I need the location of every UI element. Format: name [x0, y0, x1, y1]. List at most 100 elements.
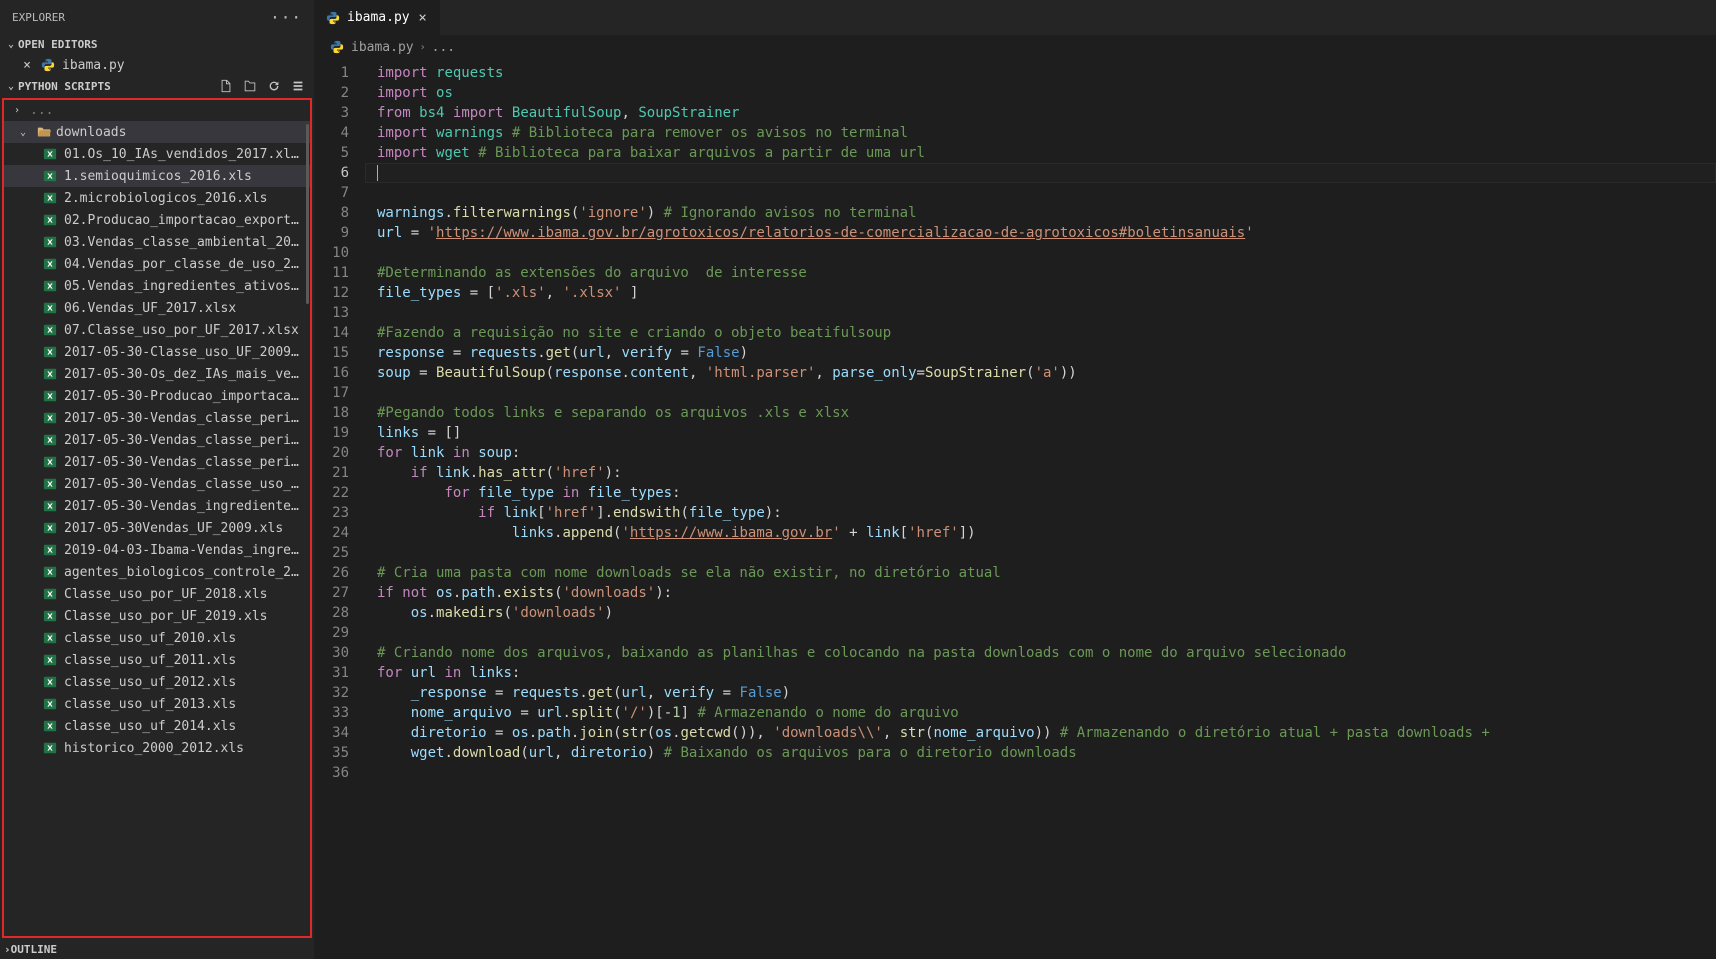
code-line[interactable]: warnings.filterwarnings('ignore') # Igno…: [365, 203, 1716, 223]
breadcrumb[interactable]: ibama.py › ...: [315, 35, 1716, 59]
file-row[interactable]: classe_uso_uf_2013.xls: [4, 693, 310, 715]
code-line[interactable]: for link in soup:: [365, 443, 1716, 463]
file-row[interactable]: 1.semioquimicos_2016.xls: [4, 165, 310, 187]
code-line[interactable]: #Determinando as extensões do arquivo de…: [365, 263, 1716, 283]
close-icon[interactable]: ×: [416, 10, 430, 26]
workspace-header[interactable]: ⌄ PYTHON SCRIPTS: [0, 76, 314, 96]
file-row[interactable]: 03.Vendas_classe_ambiental_2017.xlsx: [4, 231, 310, 253]
file-row[interactable]: 2017-05-30-Os_dez_IAs_mais_vendidos...: [4, 363, 310, 385]
code-line[interactable]: file_types = ['.xls', '.xlsx' ]: [365, 283, 1716, 303]
code-line[interactable]: os.makedirs('downloads'): [365, 603, 1716, 623]
line-number: 29: [315, 623, 349, 643]
code-line[interactable]: [365, 763, 1716, 783]
collapse-all-icon[interactable]: [290, 78, 306, 94]
code-line[interactable]: for url in links:: [365, 663, 1716, 683]
code-line[interactable]: [365, 243, 1716, 263]
tree-row-parent[interactable]: › ...: [4, 100, 310, 121]
code-line[interactable]: [365, 183, 1716, 203]
code-line[interactable]: response = requests.get(url, verify = Fa…: [365, 343, 1716, 363]
excel-file-icon: [42, 234, 58, 250]
file-name: 2017-05-30-Producao_importacao_exp...: [64, 389, 302, 404]
code-line[interactable]: if link.has_attr('href'):: [365, 463, 1716, 483]
tree-scrollbar[interactable]: [306, 124, 309, 304]
file-row[interactable]: 2017-05-30Vendas_UF_2009.xls: [4, 517, 310, 539]
code-line[interactable]: import wget # Biblioteca para baixar arq…: [365, 143, 1716, 163]
excel-file-icon: [42, 498, 58, 514]
file-name: 04.Vendas_por_classe_de_uso_2017.xlsx: [64, 257, 302, 272]
file-row[interactable]: classe_uso_uf_2014.xls: [4, 715, 310, 737]
excel-file-icon: [42, 190, 58, 206]
file-name: 2017-05-30-Classe_uso_UF_2009.xls: [64, 345, 302, 360]
file-row[interactable]: classe_uso_uf_2012.xls: [4, 671, 310, 693]
new-folder-icon[interactable]: [242, 78, 258, 94]
line-number: 19: [315, 423, 349, 443]
open-editor-item[interactable]: × ibama.py: [0, 54, 314, 76]
excel-file-icon: [42, 564, 58, 580]
file-row[interactable]: 06.Vendas_UF_2017.xlsx: [4, 297, 310, 319]
code-line[interactable]: _response = requests.get(url, verify = F…: [365, 683, 1716, 703]
file-row[interactable]: Classe_uso_por_UF_2019.xls: [4, 605, 310, 627]
folder-downloads[interactable]: ⌄ downloads: [4, 121, 310, 143]
code-line[interactable]: nome_arquivo = url.split('/')[-1] # Arma…: [365, 703, 1716, 723]
code-line[interactable]: [365, 303, 1716, 323]
file-name: 2017-05-30-Vendas_classe_periculosid...: [64, 411, 302, 426]
code-line[interactable]: if link['href'].endswith(file_type):: [365, 503, 1716, 523]
code-line[interactable]: [365, 623, 1716, 643]
code-line[interactable]: # Cria uma pasta com nome downloads se e…: [365, 563, 1716, 583]
file-row[interactable]: Classe_uso_por_UF_2018.xls: [4, 583, 310, 605]
tab-ibama[interactable]: ibama.py ×: [315, 0, 441, 35]
code-line[interactable]: #Pegando todos links e separando os arqu…: [365, 403, 1716, 423]
file-row[interactable]: 2017-05-30-Vendas_classe_periculosid...: [4, 407, 310, 429]
code-line[interactable]: if not os.path.exists('downloads'):: [365, 583, 1716, 603]
code-line[interactable]: from bs4 import BeautifulSoup, SoupStrai…: [365, 103, 1716, 123]
file-row[interactable]: 02.Producao_importacao_exportacao_v...: [4, 209, 310, 231]
line-number: 22: [315, 483, 349, 503]
code-line[interactable]: links = []: [365, 423, 1716, 443]
file-row[interactable]: 2.microbiologicos_2016.xls: [4, 187, 310, 209]
code-line[interactable]: #Fazendo a requisição no site e criando …: [365, 323, 1716, 343]
outline-header[interactable]: › OUTLINE: [0, 940, 314, 959]
python-file-icon: [329, 39, 345, 55]
line-number: 27: [315, 583, 349, 603]
code-line[interactable]: [365, 383, 1716, 403]
code-line[interactable]: links.append('https://www.ibama.gov.br' …: [365, 523, 1716, 543]
code-line[interactable]: for file_type in file_types:: [365, 483, 1716, 503]
file-row[interactable]: 2017-05-30-Vendas_classe_periculosid...: [4, 429, 310, 451]
code-line[interactable]: [365, 543, 1716, 563]
file-name: 2017-05-30-Vendas_classe_periculosid...: [64, 433, 302, 448]
file-row[interactable]: historico_2000_2012.xls: [4, 737, 310, 759]
file-row[interactable]: 2017-05-30-Producao_importacao_exp...: [4, 385, 310, 407]
file-row[interactable]: 2017-05-30-Vendas_ingredientes_ativo...: [4, 495, 310, 517]
close-icon[interactable]: ×: [20, 58, 34, 73]
file-row[interactable]: 05.Vendas_ingredientes_ativos_UF_201...: [4, 275, 310, 297]
line-number: 12: [315, 283, 349, 303]
file-name: historico_2000_2012.xls: [64, 741, 244, 756]
open-editors-header[interactable]: ⌄ OPEN EDITORS: [0, 35, 314, 54]
file-row[interactable]: 01.Os_10_IAs_vendidos_2017.xlsx: [4, 143, 310, 165]
chevron-right-icon: ›: [4, 943, 11, 956]
line-number: 14: [315, 323, 349, 343]
file-row[interactable]: 04.Vendas_por_classe_de_uso_2017.xlsx: [4, 253, 310, 275]
new-file-icon[interactable]: [218, 78, 234, 94]
code-content[interactable]: import requestsimport osfrom bs4 import …: [365, 59, 1716, 959]
file-row[interactable]: agentes_biologicos_controle_2014.xls: [4, 561, 310, 583]
code-line[interactable]: # Criando nome dos arquivos, baixando as…: [365, 643, 1716, 663]
code-line[interactable]: url = 'https://www.ibama.gov.br/agrotoxi…: [365, 223, 1716, 243]
file-row[interactable]: classe_uso_uf_2011.xls: [4, 649, 310, 671]
file-row[interactable]: classe_uso_uf_2010.xls: [4, 627, 310, 649]
code-line[interactable]: import warnings # Biblioteca para remove…: [365, 123, 1716, 143]
file-row[interactable]: 2017-05-30-Classe_uso_UF_2009.xls: [4, 341, 310, 363]
code-line[interactable]: import os: [365, 83, 1716, 103]
code-line[interactable]: soup = BeautifulSoup(response.content, '…: [365, 363, 1716, 383]
file-row[interactable]: 07.Classe_uso_por_UF_2017.xlsx: [4, 319, 310, 341]
refresh-icon[interactable]: [266, 78, 282, 94]
code-line[interactable]: [365, 163, 1716, 183]
code-line[interactable]: wget.download(url, diretorio) # Baixando…: [365, 743, 1716, 763]
file-row[interactable]: 2017-05-30-Vendas_classe_periculosid...: [4, 451, 310, 473]
file-row[interactable]: 2017-05-30-Vendas_classe_uso_2009.xls: [4, 473, 310, 495]
code-editor[interactable]: 1234567891011121314151617181920212223242…: [315, 59, 1716, 959]
more-actions-icon[interactable]: ···: [270, 8, 302, 27]
code-line[interactable]: import requests: [365, 63, 1716, 83]
code-line[interactable]: diretorio = os.path.join(str(os.getcwd()…: [365, 723, 1716, 743]
file-row[interactable]: 2019-04-03-Ibama-Vendas_ingrediente...: [4, 539, 310, 561]
